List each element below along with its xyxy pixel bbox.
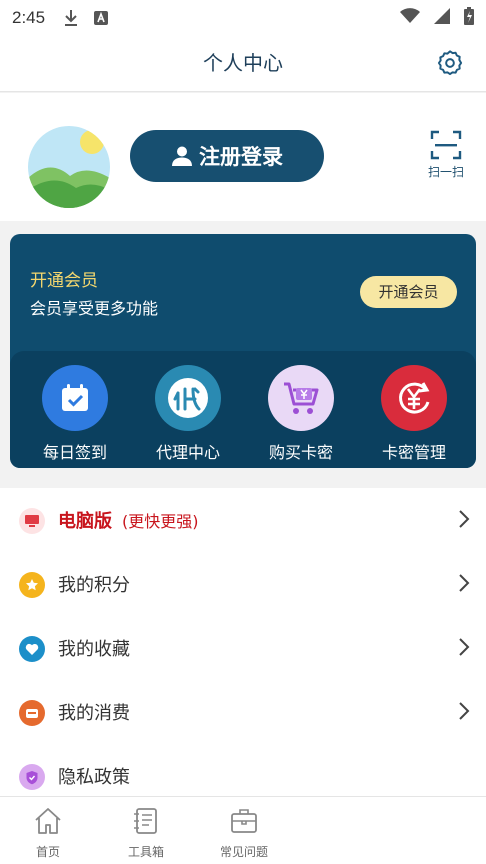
menu-label: 我的收藏 [58,639,130,660]
chevron-right-icon [459,574,470,592]
wifi-icon [400,8,420,28]
currency-exchange-icon [381,365,447,431]
user-icon [172,146,192,166]
feature-label: 卡密管理 [381,443,446,462]
top-bar: 个人中心 [0,36,486,92]
register-login-button[interactable]: 注册登录 [130,130,324,182]
notebook-icon [134,808,157,834]
monitor-icon [19,508,45,534]
menu-label: 我的消费 [58,703,130,724]
menu-item-spending[interactable]: 我的消费 [0,680,486,744]
register-login-label: 注册登录 [199,145,283,169]
menu-label: 隐私政策 [58,767,130,788]
signal-icon [434,8,450,28]
menu-list: 电脑版 (更快更强) 我的积分 我的收藏 我的消费 隐私政策 [0,488,486,798]
scan-icon [430,130,462,160]
status-time: 2:45 [12,8,46,27]
feature-label: 每日签到 [42,443,107,462]
battery-icon [464,7,474,29]
page-title: 个人中心 [203,51,283,75]
menu-label: 电脑版 [58,511,112,532]
bottom-tab-bar: 首页 工具箱 常见问题 [0,796,486,864]
home-icon [35,808,61,834]
menu-item-desktop[interactable]: 电脑版 (更快更强) [0,488,486,552]
feature-label: 代理中心 [155,443,220,462]
profile-section: 注册登录 扫一扫 [0,93,486,221]
feature-buy-card[interactable]: 购买卡密 [246,365,356,463]
wallet-icon [19,700,45,726]
tab-faq[interactable]: 常见问题 [196,805,292,860]
menu-item-points[interactable]: 我的积分 [0,552,486,616]
scan-label: 扫一扫 [427,165,464,179]
vip-title: 开通会员 [30,271,98,291]
shopping-cart-icon [268,365,334,431]
chevron-right-icon [459,702,470,720]
tab-toolbox[interactable]: 工具箱 [98,805,194,860]
feature-grid: 每日签到 代理中心 购买卡密 卡密管理 [10,351,476,468]
heart-icon [19,636,45,662]
tab-label: 工具箱 [127,845,164,859]
feature-card-management[interactable]: 卡密管理 [359,365,469,463]
tabbar-fade [316,797,486,864]
tab-label: 首页 [35,845,60,859]
calendar-check-icon [42,365,108,431]
open-vip-button[interactable]: 开通会员 [360,276,457,308]
vip-card: 开通会员 会员享受更多功能 开通会员 每日签到 代理中心 购买卡密 卡密管理 [10,234,476,468]
shield-icon [19,764,45,790]
font-notification-icon [93,10,109,26]
briefcase-icon [231,809,257,833]
menu-label: 我的积分 [58,575,130,596]
feature-label: 购买卡密 [268,443,333,462]
scan-button[interactable]: 扫一扫 [418,129,474,180]
tab-label: 常见问题 [219,845,268,859]
chevron-right-icon [459,638,470,656]
vip-subtitle: 会员享受更多功能 [30,299,159,318]
status-bar: 2:45 [0,0,486,36]
avatar[interactable] [28,126,110,208]
feature-agent-center[interactable]: 代理中心 [133,365,243,463]
download-icon [63,9,79,27]
feature-daily-checkin[interactable]: 每日签到 [20,365,130,463]
vip-banner: 开通会员 会员享受更多功能 开通会员 [10,234,476,351]
tab-home[interactable]: 首页 [0,805,96,860]
menu-label-extra: (更快更强) [122,512,199,531]
agent-icon [155,365,221,431]
chevron-right-icon [459,510,470,528]
star-coin-icon [19,572,45,598]
settings-gear-icon[interactable] [436,49,464,77]
menu-item-favorites[interactable]: 我的收藏 [0,616,486,680]
